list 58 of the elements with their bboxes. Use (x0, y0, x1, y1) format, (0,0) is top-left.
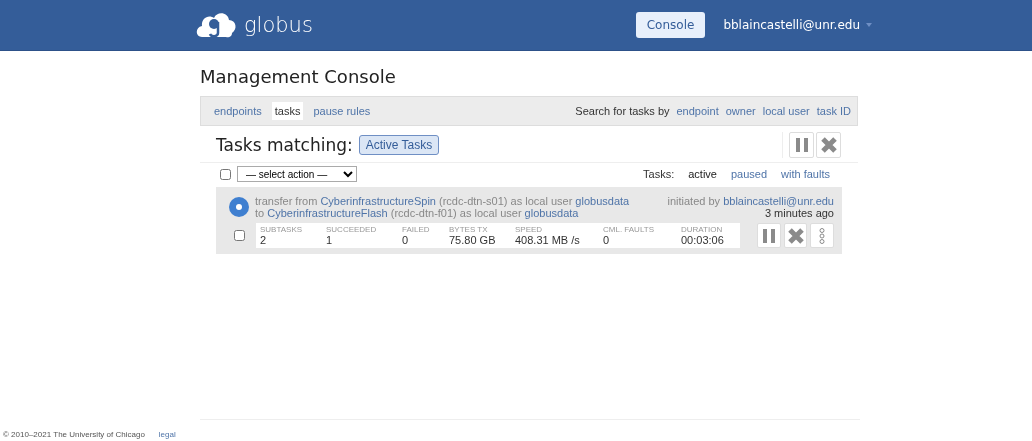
stat-label: FAILED (402, 225, 431, 234)
vertical-dots-icon (819, 227, 826, 244)
caret-icon (866, 23, 872, 27)
tasks-label: Tasks: (643, 168, 675, 180)
transfer-description: to CyberinfrastructureFlash (rcdc-dtn-f01) as local user globusdata (255, 207, 580, 219)
transfer-detail-link[interactable]: globusdata (524, 207, 579, 219)
stat-value: 2 (260, 234, 268, 246)
stat-label: BYTES TX (449, 225, 489, 234)
filter-badge[interactable]: Active Tasks (358, 135, 440, 155)
pause-icon (762, 228, 775, 243)
task-filter[interactable]: with faults (781, 168, 830, 180)
pause-task-button[interactable] (757, 223, 781, 248)
cancel-task-button[interactable] (783, 223, 808, 248)
stat-label: CML. FAULTS (603, 225, 655, 234)
legal-link[interactable]: legal (158, 430, 176, 439)
nav-tab[interactable]: endpoints (211, 102, 265, 120)
action-dropdown[interactable]: — select action — (237, 166, 357, 182)
stat-label: SPEED (515, 225, 544, 234)
stat-value: 1 (326, 234, 334, 246)
stat-label: SUCCEEDED (326, 225, 378, 234)
search-link[interactable]: endpoint (676, 105, 719, 117)
search-link[interactable]: owner (725, 105, 756, 117)
stat-value: 75.80 GB (449, 234, 497, 246)
initiated-by: initiated by bblaincastelli@unr.edu (667, 195, 834, 207)
cancel-all-button[interactable] (816, 132, 841, 158)
copyright: © 2010–2021 The University of Chicago (3, 430, 145, 439)
transfer-detail-link[interactable]: globusdata (575, 195, 630, 207)
search-link[interactable]: task ID (816, 105, 851, 117)
search-link[interactable]: local user (762, 105, 810, 117)
user-link[interactable]: bblaincastelli@unr.edu (723, 195, 834, 207)
stat-value: 0 (402, 234, 410, 246)
task-checkbox[interactable] (234, 230, 245, 241)
brand-name: globus (244, 13, 313, 37)
stat-value: 0 (603, 234, 611, 246)
page-title: Management Console (200, 66, 397, 87)
stat-value: 408.31 MB /s (515, 234, 581, 246)
stat-label: DURATION (681, 225, 724, 234)
cross-icon (786, 226, 805, 245)
user-menu[interactable]: bblaincastelli@unr.edu (723, 18, 860, 32)
pause-all-button[interactable] (789, 132, 814, 158)
nav-tab[interactable]: pause rules (310, 102, 374, 120)
task-filter[interactable]: active (688, 168, 717, 180)
transfer-status-icon (229, 197, 249, 217)
task-filter[interactable]: paused (731, 168, 768, 180)
transfer-description: transfer from CyberinfrastructureSpin (rcdc-dtn-s01) as local user globusdata (255, 195, 631, 207)
console-button[interactable]: Console (635, 12, 706, 38)
task-age: 3 minutes ago (763, 207, 834, 219)
search-label: Search for tasks by (575, 105, 670, 117)
transfer-detail-link[interactable]: CyberinfrastructureSpin (320, 195, 436, 207)
cross-icon (819, 136, 838, 154)
nav-tab[interactable]: tasks (271, 102, 304, 120)
tasks-heading: Tasks matching: (216, 135, 353, 155)
stat-value: 00:03:06 (681, 234, 725, 246)
stat-label: SUBTASKS (260, 225, 304, 234)
transfer-detail-link[interactable]: CyberinfrastructureFlash (267, 207, 388, 219)
select-all-checkbox[interactable] (220, 168, 231, 180)
pause-icon (795, 138, 808, 152)
more-options-button[interactable] (810, 223, 834, 248)
